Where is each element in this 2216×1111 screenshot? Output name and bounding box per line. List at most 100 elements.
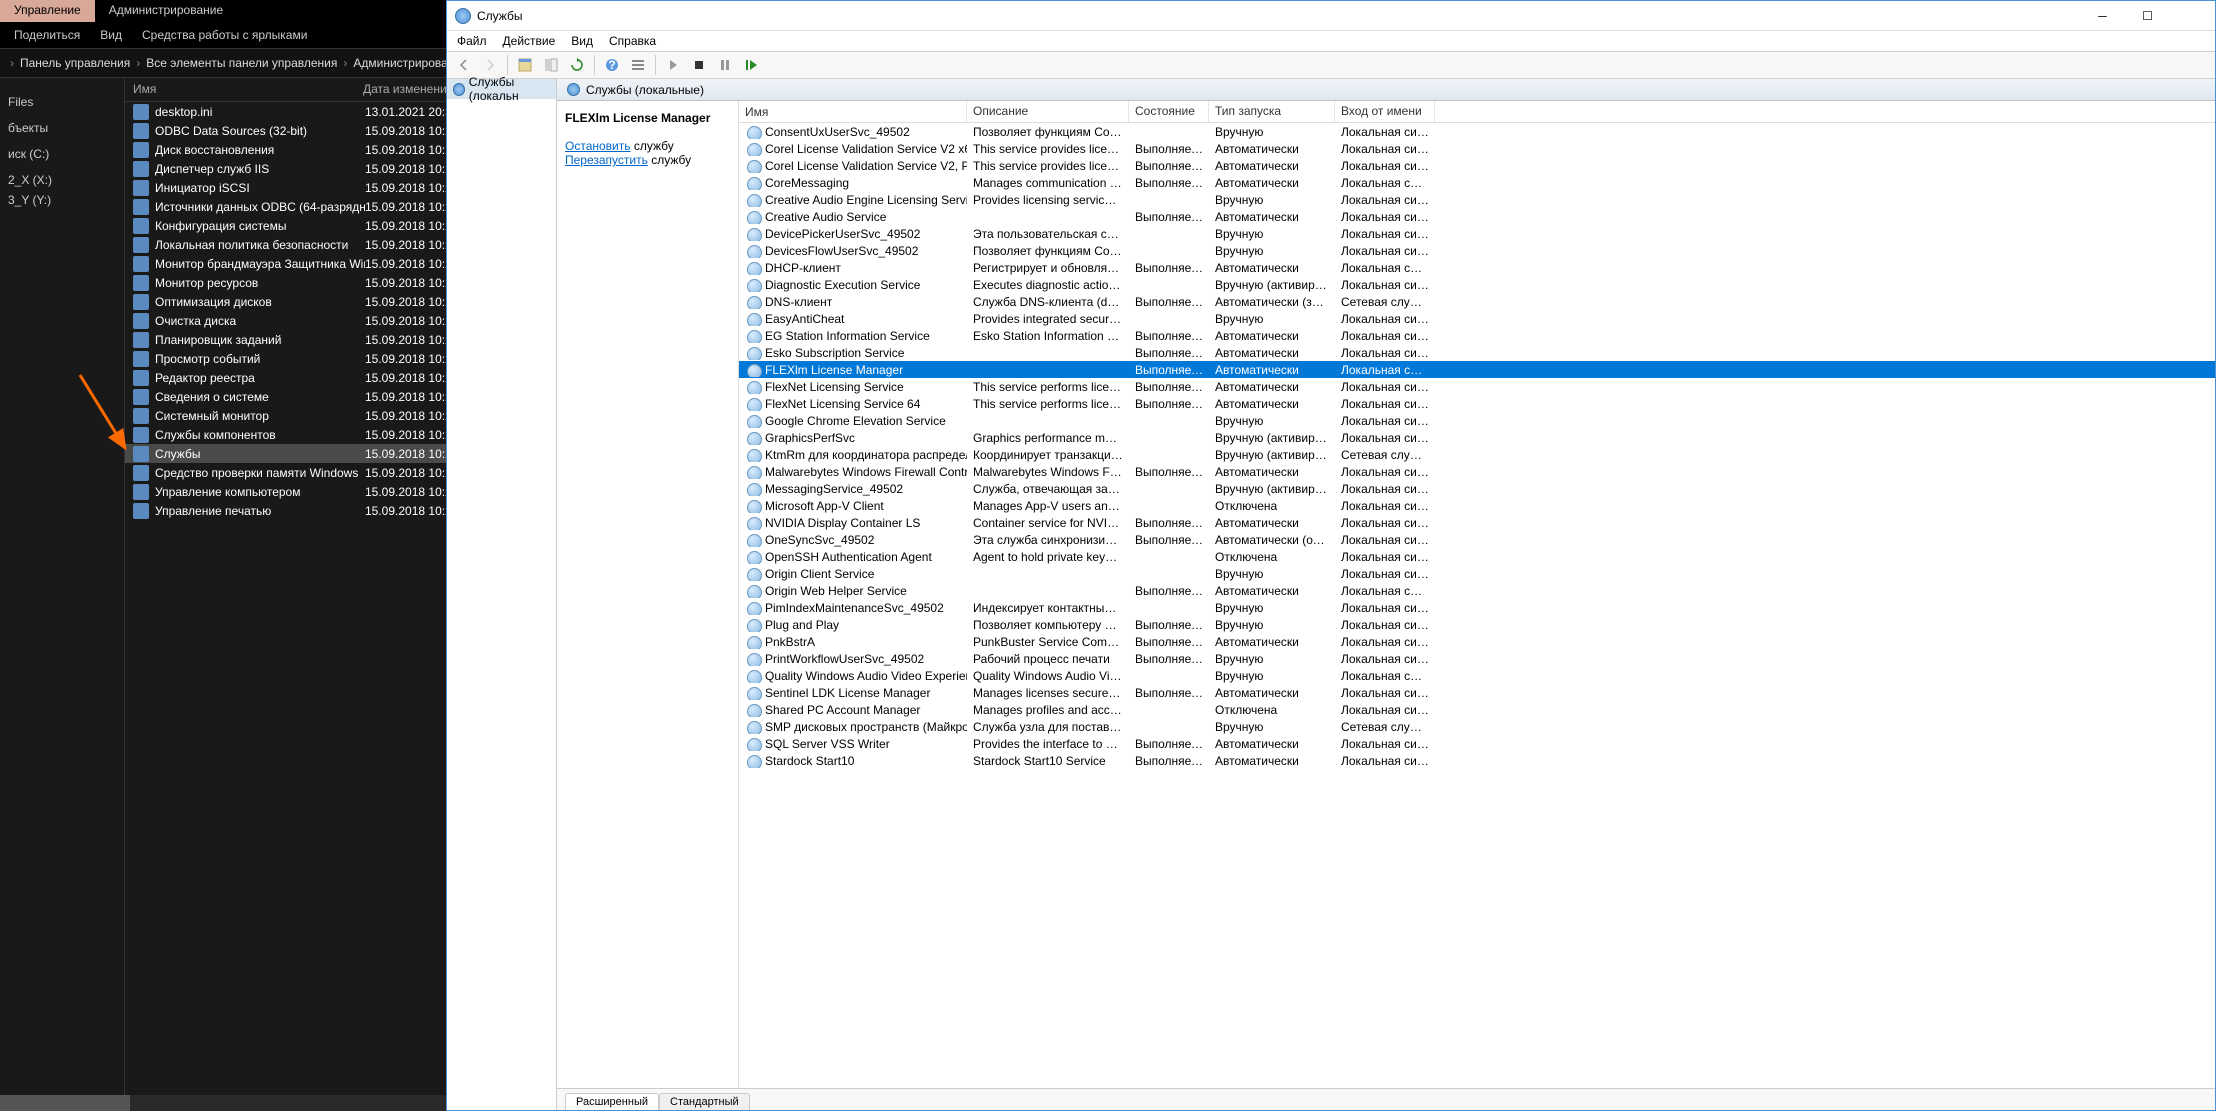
service-row[interactable]: GraphicsPerfSvcGraphics performance moni… — [739, 429, 2215, 446]
service-row[interactable]: Diagnostic Execution ServiceExecutes dia… — [739, 276, 2215, 293]
service-row[interactable]: FlexNet Licensing ServiceThis service pe… — [739, 378, 2215, 395]
col-name[interactable]: Имя — [125, 78, 355, 101]
toolbar-separator — [594, 55, 595, 75]
col-name[interactable]: Имя — [739, 101, 967, 122]
breadcrumb-item[interactable]: Панель управления — [20, 56, 130, 70]
minimize-button[interactable]: ─ — [2080, 1, 2125, 31]
ribbon-view[interactable]: Вид — [100, 28, 122, 42]
service-row[interactable]: SQL Server VSS WriterProvides the interf… — [739, 735, 2215, 752]
service-row[interactable]: Origin Client ServiceВручнуюЛокальная си… — [739, 565, 2215, 582]
service-name: Google Chrome Elevation Service — [765, 414, 946, 428]
close-button[interactable] — [2170, 1, 2215, 31]
service-row[interactable]: Origin Web Helper ServiceВыполняетсяАвто… — [739, 582, 2215, 599]
restart-button[interactable] — [740, 54, 762, 76]
gear-icon — [747, 755, 763, 767]
service-row[interactable]: Google Chrome Elevation ServiceВручнуюЛо… — [739, 412, 2215, 429]
service-row[interactable]: PrintWorkflowUserSvc_49502Рабочий процес… — [739, 650, 2215, 667]
tab-manage[interactable]: Управление — [0, 0, 95, 22]
ribbon-shortcut[interactable]: Средства работы с ярлыками — [142, 28, 307, 42]
service-row[interactable]: Malwarebytes Windows Firewall ControlMal… — [739, 463, 2215, 480]
service-start: Вручную — [1209, 669, 1335, 683]
service-desc: Manages profiles and accounts... — [967, 703, 1129, 717]
forward-button[interactable] — [479, 54, 501, 76]
col-state[interactable]: Состояние — [1129, 101, 1209, 122]
service-row[interactable]: MessagingService_49502Служба, отвечающая… — [739, 480, 2215, 497]
service-row[interactable]: ConsentUxUserSvc_49502Позволяет функциям… — [739, 123, 2215, 140]
restart-service-link[interactable]: Перезапустить службу — [565, 153, 730, 167]
service-row[interactable]: PimIndexMaintenanceSvc_49502Индексирует … — [739, 599, 2215, 616]
maximize-button[interactable]: ☐ — [2125, 1, 2170, 31]
properties-button[interactable] — [514, 54, 536, 76]
col-start[interactable]: Тип запуска — [1209, 101, 1335, 122]
help-button[interactable]: ? — [601, 54, 623, 76]
service-row[interactable]: Microsoft App-V ClientManages App-V user… — [739, 497, 2215, 514]
service-row[interactable]: DHCP-клиентРегистрирует и обновляет IP-а… — [739, 259, 2215, 276]
service-row[interactable]: Quality Windows Audio Video ExperienceQu… — [739, 667, 2215, 684]
ribbon-share[interactable]: Поделиться — [14, 28, 80, 42]
list-body[interactable]: ConsentUxUserSvc_49502Позволяет функциям… — [739, 123, 2215, 1088]
service-row[interactable]: OpenSSH Authentication AgentAgent to hol… — [739, 548, 2215, 565]
col-desc[interactable]: Описание — [967, 101, 1129, 122]
sidebar-item[interactable]: 3_Y (Y:) — [0, 190, 124, 210]
service-row[interactable]: Corel License Validation Service V2 x64,… — [739, 140, 2215, 157]
tab-extended[interactable]: Расширенный — [565, 1093, 659, 1110]
breadcrumb-item[interactable]: Все элементы панели управления — [146, 56, 337, 70]
service-start: Вручную — [1209, 567, 1335, 581]
service-row[interactable]: Creative Audio ServiceВыполняетсяАвтомат… — [739, 208, 2215, 225]
service-row[interactable]: OneSyncSvc_49502Эта служба синхронизируе… — [739, 531, 2215, 548]
tree-item-services[interactable]: Службы (локальн — [447, 79, 556, 99]
gear-icon — [567, 83, 580, 96]
title-bar[interactable]: Службы ─ ☐ — [447, 1, 2215, 31]
list-button[interactable] — [627, 54, 649, 76]
col-logon[interactable]: Вход от имени — [1335, 101, 1435, 122]
shortcut-icon — [133, 351, 149, 367]
service-row[interactable]: Esko Subscription ServiceВыполняетсяАвто… — [739, 344, 2215, 361]
menu-file[interactable]: Файл — [457, 34, 487, 48]
service-row[interactable]: Shared PC Account ManagerManages profile… — [739, 701, 2215, 718]
service-logon: Локальная сист... — [1335, 703, 1435, 717]
service-row[interactable]: Creative Audio Engine Licensing ServiceP… — [739, 191, 2215, 208]
explorer-sidebar[interactable]: Files бъекты иск (C:) 2_X (X:)3_Y (Y:) — [0, 78, 125, 1111]
tree-panel[interactable]: Службы (локальн — [447, 79, 557, 1110]
menu-view[interactable]: Вид — [571, 34, 593, 48]
service-logon: Сетевая служба — [1335, 295, 1435, 309]
tab-admin[interactable]: Администрирование — [95, 0, 237, 22]
sidebar-item[interactable]: бъекты — [0, 118, 124, 138]
service-row[interactable]: KtmRm для координатора распределенных ..… — [739, 446, 2215, 463]
service-row[interactable]: DevicesFlowUserSvc_49502Позволяет функци… — [739, 242, 2215, 259]
pause-button[interactable] — [714, 54, 736, 76]
export-button[interactable] — [540, 54, 562, 76]
scrollbar-thumb[interactable] — [0, 1095, 130, 1111]
service-row[interactable]: DevicePickerUserSvc_49502Эта пользовател… — [739, 225, 2215, 242]
service-row[interactable]: EasyAntiCheatProvides integrated securit… — [739, 310, 2215, 327]
service-row[interactable]: Plug and PlayПозволяет компьютеру распо.… — [739, 616, 2215, 633]
menu-help[interactable]: Справка — [609, 34, 656, 48]
service-row[interactable]: NVIDIA Display Container LSContainer ser… — [739, 514, 2215, 531]
service-row[interactable]: Stardock Start10Stardock Start10 Service… — [739, 752, 2215, 769]
service-row[interactable]: DNS-клиентСлужба DNS-клиента (dnscach...… — [739, 293, 2215, 310]
service-row[interactable]: Corel License Validation Service V2, Pow… — [739, 157, 2215, 174]
back-button[interactable] — [453, 54, 475, 76]
refresh-button[interactable] — [566, 54, 588, 76]
stop-button[interactable] — [688, 54, 710, 76]
service-row[interactable]: Sentinel LDK License ManagerManages lice… — [739, 684, 2215, 701]
service-start: Автоматически — [1209, 346, 1335, 360]
service-row[interactable]: EG Station Information ServiceEsko Stati… — [739, 327, 2215, 344]
service-row[interactable]: SMP дисковых пространств (Майкрософт)Слу… — [739, 718, 2215, 735]
service-row[interactable]: FlexNet Licensing Service 64This service… — [739, 395, 2215, 412]
list-header[interactable]: Имя Описание Состояние Тип запуска Вход … — [739, 101, 2215, 123]
play-button[interactable] — [662, 54, 684, 76]
sidebar-item[interactable]: иск (C:) — [0, 144, 124, 164]
stop-service-link[interactable]: Остановить службу — [565, 139, 730, 153]
sidebar-item[interactable]: 2_X (X:) — [0, 170, 124, 190]
service-start: Вручную — [1209, 601, 1335, 615]
service-row[interactable]: PnkBstrAPunkBuster Service Component...В… — [739, 633, 2215, 650]
sidebar-item[interactable]: Files — [0, 92, 124, 112]
tab-standard[interactable]: Стандартный — [659, 1093, 750, 1110]
service-name: Corel License Validation Service V2 x64,… — [765, 142, 967, 156]
service-row[interactable]: FLEXlm License ManagerВыполняетсяАвтомат… — [739, 361, 2215, 378]
file-date: 15.09.2018 10:29 — [365, 428, 458, 442]
toolbar-separator — [655, 55, 656, 75]
menu-action[interactable]: Действие — [503, 34, 556, 48]
service-row[interactable]: CoreMessagingManages communication betw.… — [739, 174, 2215, 191]
